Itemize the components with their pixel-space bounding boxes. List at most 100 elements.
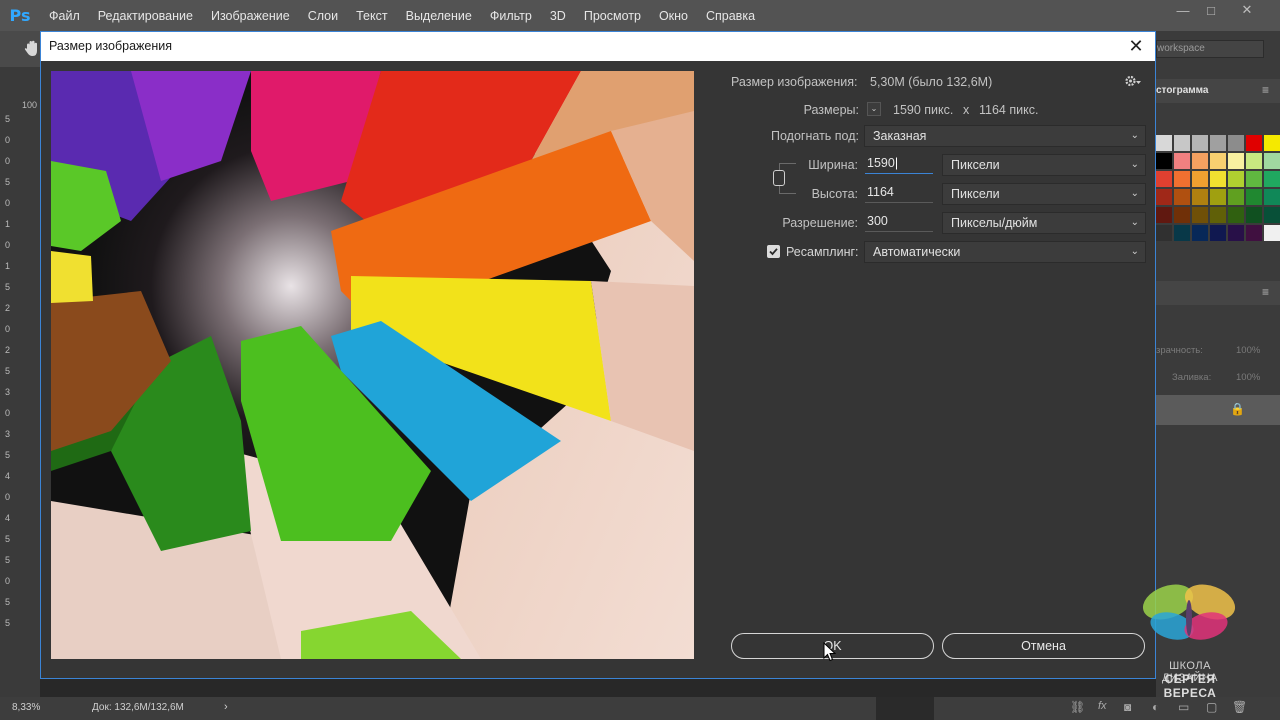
- new-layer-icon[interactable]: ▢: [1206, 700, 1217, 714]
- color-swatch[interactable]: [1174, 153, 1190, 169]
- resolution-value: 300: [867, 214, 888, 228]
- menu-window[interactable]: Окно: [650, 0, 697, 31]
- opacity-value[interactable]: 100%: [1236, 345, 1260, 356]
- document-info: Док: 132,6M/132,6M: [92, 702, 184, 713]
- menu-select[interactable]: Выделение: [397, 0, 481, 31]
- minimize-button[interactable]: —: [1168, 0, 1198, 20]
- color-swatch[interactable]: [1264, 207, 1280, 223]
- height-input[interactable]: 1164: [865, 183, 933, 203]
- status-chevron-icon[interactable]: ›: [224, 701, 228, 713]
- color-swatch[interactable]: [1228, 153, 1244, 169]
- cancel-button[interactable]: Отмена: [942, 633, 1145, 659]
- image-preview[interactable]: [51, 71, 694, 659]
- color-swatch[interactable]: [1246, 207, 1262, 223]
- adjustment-icon[interactable]: ◐: [1152, 700, 1159, 714]
- menu-help[interactable]: Справка: [697, 0, 764, 31]
- dimensions-dropdown-icon[interactable]: ⌄: [867, 102, 881, 116]
- color-swatch[interactable]: [1246, 189, 1262, 205]
- color-swatch[interactable]: [1156, 207, 1172, 223]
- height-unit-dropdown[interactable]: Пиксели ⌄: [942, 183, 1146, 205]
- color-swatch[interactable]: [1210, 225, 1226, 241]
- fx-icon[interactable]: fx: [1098, 700, 1107, 712]
- menu-edit[interactable]: Редактирование: [89, 0, 202, 31]
- color-swatch[interactable]: [1210, 135, 1226, 151]
- color-swatch[interactable]: [1156, 171, 1172, 187]
- color-swatch[interactable]: [1264, 225, 1280, 241]
- menu-image[interactable]: Изображение: [202, 0, 299, 31]
- color-swatch[interactable]: [1156, 225, 1172, 241]
- color-swatch[interactable]: [1228, 171, 1244, 187]
- trash-icon[interactable]: 🗑: [1232, 700, 1247, 714]
- color-swatch[interactable]: [1192, 135, 1208, 151]
- height-label: Высота:: [811, 187, 858, 201]
- constrain-proportions-link-icon[interactable]: [773, 170, 785, 186]
- color-swatch[interactable]: [1174, 189, 1190, 205]
- workspace-selector[interactable]: workspace: [1157, 43, 1205, 54]
- hand-tool-icon[interactable]: [22, 39, 42, 59]
- color-swatch[interactable]: [1264, 135, 1280, 151]
- layer-row[interactable]: 🔒: [1156, 395, 1280, 425]
- resolution-unit-value: Пикселы/дюйм: [951, 216, 1038, 230]
- color-swatch[interactable]: [1156, 135, 1172, 151]
- color-swatch[interactable]: [1264, 153, 1280, 169]
- color-swatch[interactable]: [1174, 225, 1190, 241]
- menu-bar: Ps Файл Редактирование Изображение Слои …: [0, 0, 1280, 31]
- resolution-unit-dropdown[interactable]: Пикселы/дюйм ⌄: [942, 212, 1146, 234]
- folder-icon[interactable]: ▭: [1178, 700, 1189, 714]
- color-swatch[interactable]: [1264, 189, 1280, 205]
- color-swatch[interactable]: [1192, 189, 1208, 205]
- resolution-label: Разрешение:: [782, 216, 858, 230]
- menu-layers[interactable]: Слои: [299, 0, 347, 31]
- dialog-close-icon[interactable]: ✕: [1125, 35, 1147, 57]
- window-close-button[interactable]: ✕: [1232, 0, 1262, 20]
- width-input[interactable]: 1590|: [865, 154, 933, 174]
- color-swatch[interactable]: [1228, 207, 1244, 223]
- color-swatch[interactable]: [1246, 135, 1262, 151]
- histogram-tab[interactable]: стограмма: [1156, 85, 1209, 96]
- resolution-input[interactable]: 300: [865, 212, 933, 232]
- fill-value[interactable]: 100%: [1236, 372, 1260, 383]
- color-swatch[interactable]: [1210, 207, 1226, 223]
- fit-to-dropdown[interactable]: Заказная ⌄: [864, 125, 1146, 147]
- ruler-digit: 5: [5, 618, 11, 628]
- resample-value: Автоматически: [873, 245, 961, 259]
- resample-checkbox[interactable]: [767, 245, 780, 258]
- color-swatch[interactable]: [1210, 171, 1226, 187]
- menu-type[interactable]: Текст: [347, 0, 396, 31]
- layers-panel-menu-icon[interactable]: ≡: [1262, 285, 1269, 299]
- link-layers-icon[interactable]: ⛓: [1070, 700, 1085, 714]
- width-unit-dropdown[interactable]: Пиксели ⌄: [942, 154, 1146, 176]
- color-swatch[interactable]: [1246, 225, 1262, 241]
- zoom-level[interactable]: 8,33%: [12, 702, 40, 713]
- panel-menu-icon[interactable]: ≡: [1262, 83, 1269, 97]
- ruler-digit: 0: [5, 198, 11, 208]
- color-swatch[interactable]: [1210, 189, 1226, 205]
- fill-label: Заливка:: [1172, 372, 1212, 383]
- color-swatch[interactable]: [1246, 171, 1262, 187]
- color-swatch[interactable]: [1210, 153, 1226, 169]
- color-swatch[interactable]: [1192, 171, 1208, 187]
- color-swatch[interactable]: [1264, 171, 1280, 187]
- mask-icon[interactable]: ◙: [1124, 700, 1131, 714]
- color-swatch[interactable]: [1156, 153, 1172, 169]
- menu-view[interactable]: Просмотр: [575, 0, 650, 31]
- menu-3d[interactable]: 3D: [541, 0, 575, 31]
- settings-gear-icon[interactable]: [1124, 74, 1142, 88]
- menu-file[interactable]: Файл: [40, 0, 89, 31]
- color-swatch[interactable]: [1192, 207, 1208, 223]
- color-swatch[interactable]: [1228, 135, 1244, 151]
- color-swatch[interactable]: [1156, 189, 1172, 205]
- color-swatch[interactable]: [1192, 153, 1208, 169]
- menu-filter[interactable]: Фильтр: [481, 0, 541, 31]
- color-swatch[interactable]: [1174, 135, 1190, 151]
- color-swatch[interactable]: [1228, 225, 1244, 241]
- restore-button[interactable]: □: [1196, 0, 1226, 20]
- dialog-title-bar: Размер изображения ✕: [41, 32, 1155, 61]
- resample-dropdown[interactable]: Автоматически ⌄: [864, 241, 1146, 263]
- color-swatch[interactable]: [1192, 225, 1208, 241]
- color-swatch[interactable]: [1228, 189, 1244, 205]
- color-swatch[interactable]: [1246, 153, 1262, 169]
- pencils-photo: [51, 71, 694, 659]
- color-swatch[interactable]: [1174, 171, 1190, 187]
- color-swatch[interactable]: [1174, 207, 1190, 223]
